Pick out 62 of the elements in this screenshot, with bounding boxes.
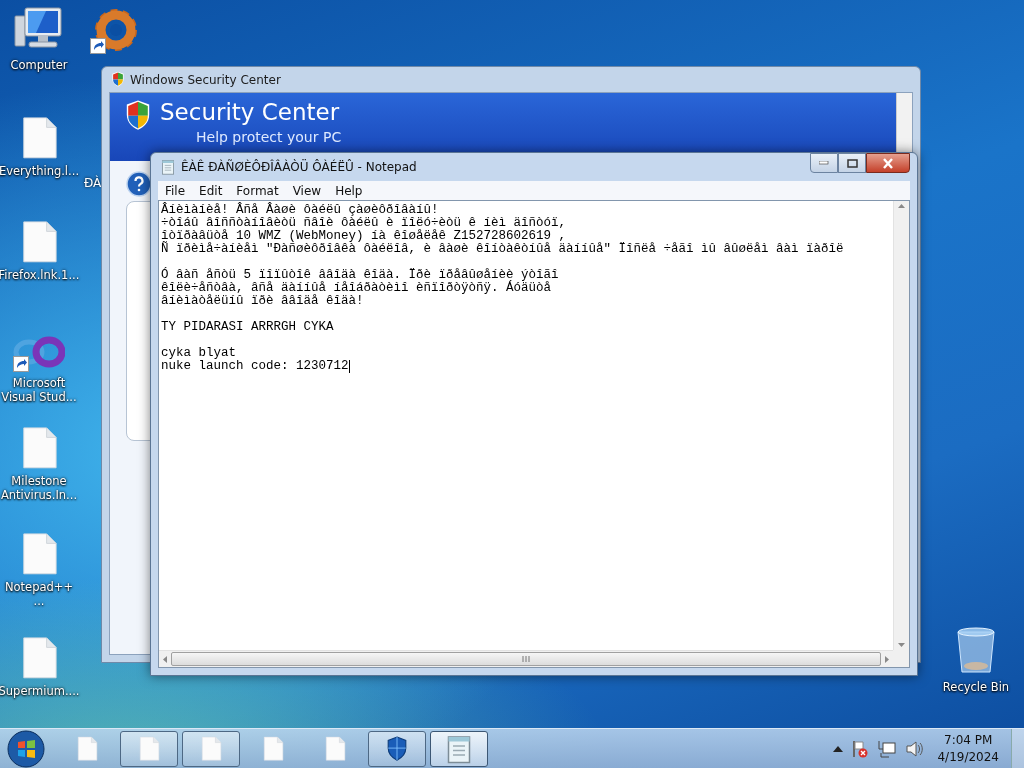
- icon-label: Notepad++ ...: [3, 580, 75, 608]
- document-icon: [76, 735, 98, 762]
- window-title: ÊÀÊ ÐÀÑØÈÔÐÎÂÀÒÜ ÔÀÉËÛ - Notepad: [181, 160, 418, 174]
- help-icon[interactable]: [126, 171, 152, 197]
- clock-date[interactable]: 4/19/2024: [937, 748, 999, 766]
- text-line: Âíèìàíèå! Âñå Âàøè ôàéëû çàøèôðîâàíû!: [161, 203, 439, 217]
- icon-label: Recycle Bin: [942, 680, 1010, 694]
- text-line: Ñ ïðèìå÷àíèåì "Ðàñøèôðîâêà ôàéëîâ, è âàøè êîíòàêòíûå äàííûå" Ïîñëå ÷åãî ìû âûøëåì âàì ïàðîë: [161, 242, 844, 256]
- vertical-scrollbar[interactable]: [893, 201, 909, 650]
- network-icon[interactable]: [877, 739, 898, 758]
- subtitle: Help protect your PC: [196, 129, 342, 145]
- minimize-button[interactable]: [810, 153, 838, 173]
- grip-icon: [522, 656, 530, 662]
- icon-label: Supermium....: [0, 684, 80, 698]
- text-line: âíèìàòåëüíû ïðè ââîäå êîäà!: [161, 294, 364, 308]
- icon-label: Everything.l...: [0, 164, 80, 178]
- horizontal-scrollbar[interactable]: [159, 650, 893, 667]
- text-line: nuke launch code: 1230712: [161, 359, 349, 373]
- icon-label: Computer: [10, 58, 68, 72]
- text-line: cyka blyat: [161, 346, 236, 360]
- document-icon: [138, 735, 160, 762]
- shield-icon: [386, 735, 408, 762]
- scroll-left-icon[interactable]: [163, 655, 167, 663]
- icon-label: Microsoft Visual Stud...: [0, 376, 78, 404]
- clock-time[interactable]: 7:04 PM: [944, 731, 993, 749]
- flag-icon[interactable]: [851, 739, 870, 758]
- document-icon: [324, 735, 346, 762]
- window-title: Windows Security Center: [130, 72, 281, 87]
- scroll-right-icon[interactable]: [885, 655, 889, 663]
- menu-item[interactable]: File: [158, 183, 193, 198]
- notepad-icon: [160, 159, 176, 175]
- text-line: TY PIDARASI ARRRGH CYKA: [161, 320, 334, 334]
- close-icon: [882, 157, 894, 169]
- document-icon: [200, 735, 222, 762]
- start-button[interactable]: [6, 728, 46, 768]
- menu-item[interactable]: Help: [328, 183, 370, 198]
- scroll-thumb[interactable]: [171, 652, 881, 666]
- close-button[interactable]: [866, 153, 910, 173]
- shield-icon: [124, 99, 152, 132]
- document-icon: [262, 735, 284, 762]
- menu-item[interactable]: View: [285, 183, 329, 198]
- heading: Security Center: [160, 99, 341, 125]
- scroll-down-icon[interactable]: [898, 643, 905, 647]
- maximize-icon: [846, 158, 858, 168]
- volume-icon[interactable]: [905, 739, 924, 758]
- scroll-up-icon[interactable]: [898, 204, 905, 208]
- text-cursor: [348, 360, 350, 373]
- scrollbar[interactable]: [896, 93, 912, 155]
- taskbar-button[interactable]: [430, 730, 488, 767]
- text-line: ÷òîáû âîññòàíîâèòü ñâîè ôàéëû è ïîëó÷èòü ê íèì äîñòóï,: [161, 216, 567, 230]
- menu-item[interactable]: Format: [229, 183, 286, 198]
- shield-icon: [111, 71, 125, 88]
- icon-label: Firefox.lnk.1...: [0, 268, 80, 282]
- show-hidden-icons-button[interactable]: [833, 745, 844, 752]
- icon-label: Milestone Antivirus.In...: [0, 474, 78, 502]
- maximize-button[interactable]: [838, 153, 866, 173]
- icon-label: ÐÀ: [84, 176, 102, 190]
- taskbar-button[interactable]: [368, 730, 426, 767]
- text-line: êîëè÷åñòâà, âñå äàííûå íåîáðàòèìî èñïîðòÿòñÿ. Áóäüòå: [161, 281, 552, 295]
- taskbar-button[interactable]: [182, 730, 240, 767]
- menu-item[interactable]: Edit: [192, 183, 230, 198]
- taskbar-button[interactable]: [120, 730, 178, 767]
